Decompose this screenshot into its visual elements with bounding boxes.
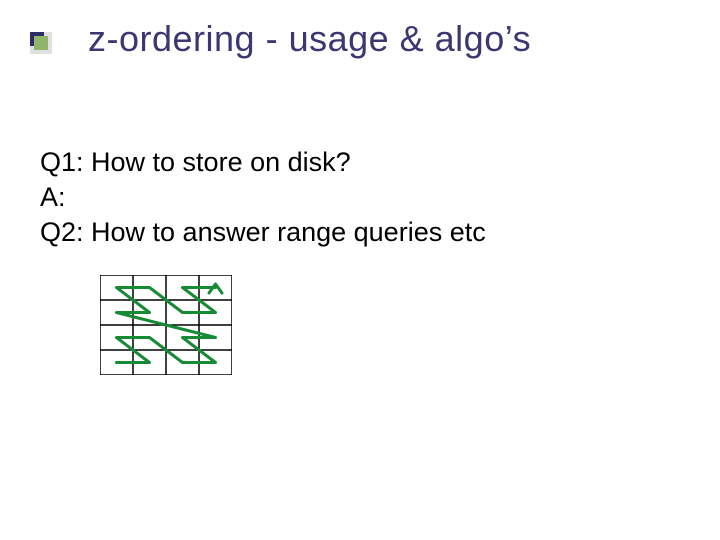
line-q2: Q2: How to answer range queries etc xyxy=(40,215,486,250)
square-bullet-icon xyxy=(30,32,52,54)
slide-title: z-ordering - usage & algo’s xyxy=(88,18,531,60)
slide: z-ordering - usage & algo’s Q1: How to s… xyxy=(0,0,720,540)
line-a: A: xyxy=(40,180,486,215)
line-q1: Q1: How to store on disk? xyxy=(40,145,486,180)
z-order-diagram xyxy=(100,275,232,375)
body-text: Q1: How to store on disk? A: Q2: How to … xyxy=(40,145,486,250)
